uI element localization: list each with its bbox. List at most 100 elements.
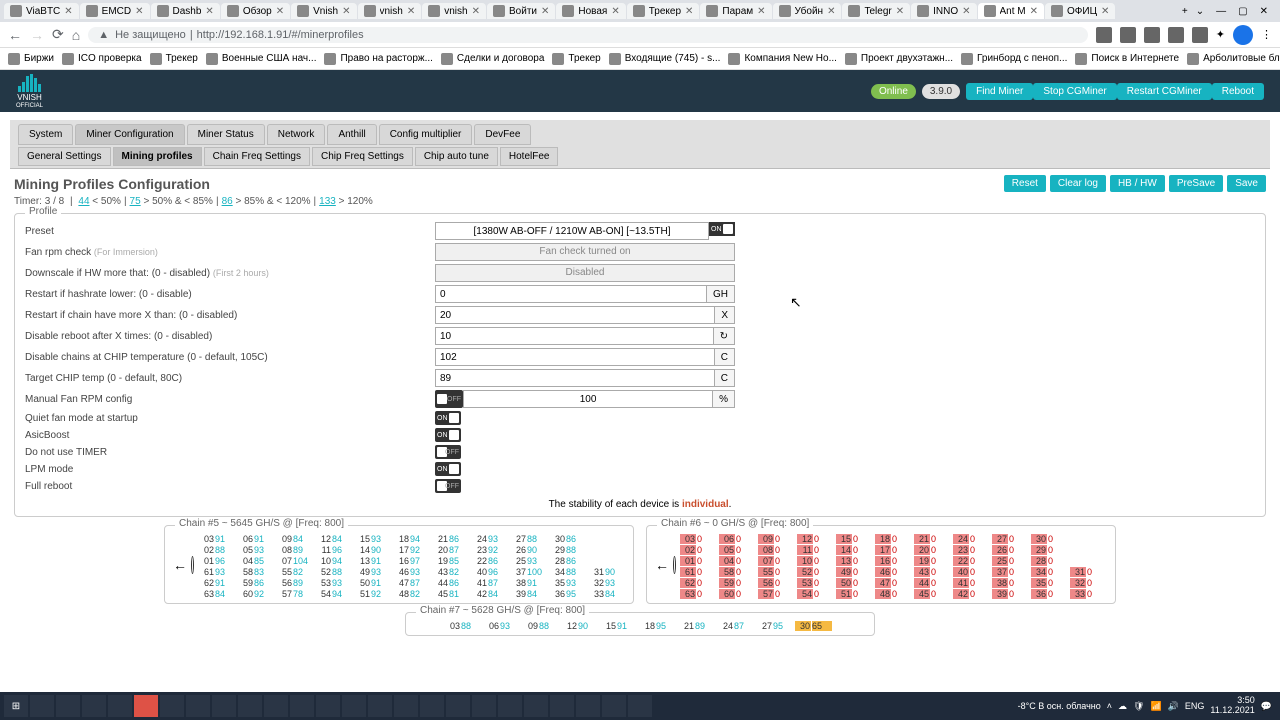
weather-widget[interactable]: -8°C В осн. облачно: [1018, 701, 1101, 711]
chip-cell[interactable]: 510: [836, 589, 873, 599]
chain-prev-icon[interactable]: ←: [655, 557, 669, 573]
chip-cell[interactable]: 6291: [198, 578, 235, 588]
wifi-icon[interactable]: 📶: [1150, 701, 1161, 712]
extension-icon[interactable]: [1120, 27, 1136, 43]
chip-cell[interactable]: 630: [680, 589, 717, 599]
chip-cell[interactable]: 5689: [276, 578, 313, 588]
target-chip-input[interactable]: [435, 369, 715, 387]
chip-cell[interactable]: 1196: [315, 545, 352, 555]
bookmark-item[interactable]: Военные США нач...: [206, 53, 317, 65]
tab-close-icon[interactable]: ✕: [962, 6, 970, 17]
chip-cell[interactable]: 2886: [549, 556, 586, 566]
chip-cell[interactable]: 3190: [588, 567, 625, 577]
bookmark-item[interactable]: Трекер: [150, 53, 198, 65]
taskbar-app[interactable]: [472, 695, 496, 717]
chip-cell[interactable]: 140: [836, 545, 873, 555]
chip-cell[interactable]: 1490: [354, 545, 391, 555]
taskbar-app[interactable]: [186, 695, 210, 717]
bookmark-item[interactable]: Поиск в Интернете: [1075, 53, 1179, 65]
chip-cell[interactable]: 5494: [315, 589, 352, 599]
chip-cell[interactable]: 400: [953, 567, 990, 577]
taskbar-app[interactable]: [368, 695, 392, 717]
window-minimize-icon[interactable]: —: [1216, 6, 1226, 17]
tab-close-icon[interactable]: ✕: [827, 6, 835, 17]
chip-cell[interactable]: 2795: [756, 621, 793, 631]
language-indicator[interactable]: ENG: [1185, 701, 1205, 711]
chip-cell[interactable]: 500: [836, 578, 873, 588]
tab-system[interactable]: System: [18, 124, 73, 145]
taskbar-app[interactable]: [160, 695, 184, 717]
window-chevron-icon[interactable]: ⌄: [1196, 6, 1204, 17]
taskbar-app[interactable]: [576, 695, 600, 717]
chip-cell[interactable]: 3891: [510, 578, 547, 588]
chip-cell[interactable]: 4096: [471, 567, 508, 577]
chip-cell[interactable]: 0984: [276, 534, 313, 544]
chip-cell[interactable]: 1593: [354, 534, 391, 544]
chip-cell[interactable]: 4486: [432, 578, 469, 588]
chip-cell[interactable]: 250: [992, 556, 1029, 566]
disable-reboot-input[interactable]: [435, 327, 714, 345]
browser-tab[interactable]: ViaBTC✕: [4, 3, 79, 19]
find-miner-button[interactable]: Find Miner: [966, 83, 1033, 100]
stop-cgminer-button[interactable]: Stop CGMiner: [1033, 83, 1116, 100]
chip-cell[interactable]: 240: [953, 534, 990, 544]
chip-cell[interactable]: 110: [797, 545, 834, 555]
tab-anthill[interactable]: Anthill: [327, 124, 376, 145]
tab-close-icon[interactable]: ✕: [135, 6, 143, 17]
subtab-chip-freq-settings[interactable]: Chip Freq Settings: [312, 147, 413, 166]
tab-miner-status[interactable]: Miner Status: [187, 124, 265, 145]
chip-cell[interactable]: 390: [992, 589, 1029, 599]
tab-close-icon[interactable]: ✕: [1101, 6, 1109, 17]
chip-cell[interactable]: 5883: [237, 567, 274, 577]
taskbar-app[interactable]: [628, 695, 652, 717]
browser-tab[interactable]: Обзор✕: [221, 3, 290, 19]
fullreboot-toggle[interactable]: [435, 479, 461, 493]
clearlog-button[interactable]: Clear log: [1050, 175, 1106, 192]
taskbar-app[interactable]: [290, 695, 314, 717]
chip-cell[interactable]: 4284: [471, 589, 508, 599]
extension-icon[interactable]: [1144, 27, 1160, 43]
window-maximize-icon[interactable]: ▢: [1238, 6, 1247, 17]
chip-cell[interactable]: 360: [1031, 589, 1068, 599]
chip-cell[interactable]: 3384: [588, 589, 625, 599]
subtab-mining-profiles[interactable]: Mining profiles: [113, 147, 202, 166]
subtab-general-settings[interactable]: General Settings: [18, 147, 111, 166]
taskbar-app[interactable]: [82, 695, 106, 717]
chip-cell[interactable]: 270: [992, 534, 1029, 544]
chip-cell[interactable]: 2392: [471, 545, 508, 555]
extension-icon[interactable]: [1096, 27, 1112, 43]
taskbar-app[interactable]: [394, 695, 418, 717]
taskbar-app[interactable]: [550, 695, 574, 717]
tab-close-icon[interactable]: ✕: [1030, 6, 1038, 17]
taskbar-app[interactable]: [264, 695, 288, 717]
vnish-logo[interactable]: VNISH OFFICIAL: [16, 74, 43, 109]
chip-cell[interactable]: 610: [680, 567, 717, 577]
extension-icon[interactable]: [1192, 27, 1208, 43]
chip-cell[interactable]: 170: [875, 545, 912, 555]
chip-cell[interactable]: 3488: [549, 567, 586, 577]
window-close-icon[interactable]: ✕: [1260, 6, 1268, 17]
taskbar-app[interactable]: [316, 695, 340, 717]
chip-cell[interactable]: 0391: [198, 534, 235, 544]
chip-cell[interactable]: 340: [1031, 567, 1068, 577]
tab-close-icon[interactable]: ✕: [896, 6, 904, 17]
notifications-icon[interactable]: 💬: [1261, 701, 1272, 712]
chip-cell[interactable]: 5778: [276, 589, 313, 599]
subtab-chip-auto-tune[interactable]: Chip auto tune: [415, 147, 498, 166]
refresh-icon[interactable]: ↻: [714, 327, 735, 345]
chip-cell[interactable]: 0388: [444, 621, 481, 631]
browser-tab[interactable]: vnish✕: [422, 3, 486, 19]
reset-button[interactable]: Reset: [1004, 175, 1046, 192]
chip-cell[interactable]: 070: [758, 556, 795, 566]
volume-icon[interactable]: 🔊: [1168, 701, 1179, 712]
chip-cell[interactable]: 470: [875, 578, 912, 588]
chip-cell[interactable]: 480: [875, 589, 912, 599]
chip-cell[interactable]: 3984: [510, 589, 547, 599]
taskbar-app[interactable]: [30, 695, 54, 717]
chip-cell[interactable]: 3593: [549, 578, 586, 588]
taskbar-app[interactable]: [212, 695, 236, 717]
start-button[interactable]: ⊞: [4, 695, 28, 717]
chip-cell[interactable]: 1985: [432, 556, 469, 566]
browser-tab[interactable]: ОФИЦ✕: [1045, 3, 1115, 19]
chip-cell[interactable]: 3695: [549, 589, 586, 599]
